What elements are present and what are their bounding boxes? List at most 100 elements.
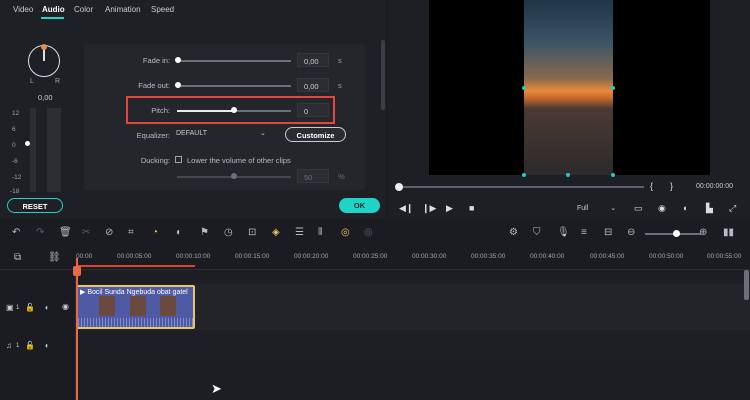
- list-icon[interactable]: ≡: [581, 227, 587, 238]
- playhead-line[interactable]: [76, 258, 78, 400]
- fade-in-knob[interactable]: [175, 57, 181, 63]
- microphone-icon[interactable]: 🎙: [557, 227, 570, 238]
- mark-out-button[interactable]: }: [670, 181, 673, 191]
- ducking-checkbox[interactable]: [175, 156, 182, 163]
- focus-icon[interactable]: ⊡: [248, 227, 256, 238]
- undo-icon[interactable]: ↶: [12, 227, 20, 238]
- scrubber-knob[interactable]: [395, 183, 403, 191]
- render-icon[interactable]: ◎: [364, 227, 373, 238]
- meter-scale-label: 6: [12, 126, 16, 133]
- fade-in-input[interactable]: 0,00: [297, 53, 329, 67]
- fullscreen-icon[interactable]: ⤢: [729, 203, 736, 214]
- adjust-icon[interactable]: ☰: [295, 227, 304, 238]
- ruler-tick-label: 00:00:40:00: [530, 253, 565, 260]
- zoom-dropdown[interactable]: Full ⌄: [577, 204, 616, 212]
- tab-speed[interactable]: Speed: [151, 5, 174, 14]
- volume-icon[interactable]: ◖: [682, 203, 687, 213]
- pitch-label: Pitch:: [151, 106, 170, 115]
- fade-in-slider[interactable]: [177, 60, 291, 62]
- balance-indicator-dot: [41, 44, 47, 50]
- tab-video[interactable]: Video: [13, 5, 33, 14]
- settings-icon[interactable]: ⚙: [509, 227, 518, 238]
- pitch-input[interactable]: 0: [297, 103, 329, 117]
- color-icon[interactable]: ◐: [176, 227, 182, 238]
- ducking-input[interactable]: 50: [297, 169, 329, 183]
- selection-handle[interactable]: [566, 173, 570, 177]
- prev-frame-icon[interactable]: ◀❙: [399, 203, 413, 214]
- audio-track-1[interactable]: [0, 330, 750, 362]
- fade-out-unit: s: [338, 81, 342, 90]
- audio-mixer-icon[interactable]: ⦀: [318, 227, 322, 238]
- meter-scale-label: -12: [12, 174, 22, 181]
- ducking-knob[interactable]: [231, 173, 237, 179]
- ok-button[interactable]: OK: [339, 198, 380, 213]
- add-track-icon[interactable]: ⧉: [14, 252, 21, 263]
- timeline-zoom-knob[interactable]: [673, 230, 680, 237]
- ruler-tick-label: 00:00:50:00: [649, 253, 684, 260]
- meter-scale-label: 0: [12, 142, 16, 149]
- timeline-vertical-scrollbar[interactable]: [744, 270, 749, 300]
- reset-button[interactable]: RESET: [7, 198, 63, 213]
- stabilize-icon[interactable]: ⚑: [200, 227, 209, 238]
- selection-handle[interactable]: [522, 173, 526, 177]
- chevron-down-icon: ⌄: [610, 205, 617, 212]
- zoom-out-icon[interactable]: ⊖: [627, 227, 635, 238]
- lock-icon[interactable]: 🔓: [25, 341, 35, 350]
- layout-icon[interactable]: ▙: [706, 203, 713, 214]
- tab-audio[interactable]: Audio: [42, 5, 65, 14]
- zoom-in-icon[interactable]: ⊕: [699, 227, 707, 238]
- clip-thumbnail: [99, 296, 115, 316]
- track-headers: [0, 270, 76, 400]
- balance-left-label: L: [30, 78, 34, 85]
- auto-icon[interactable]: ◎: [341, 227, 350, 238]
- crop-icon[interactable]: ⌗: [128, 227, 134, 238]
- snapshot-icon[interactable]: ◉: [658, 203, 666, 214]
- eye-icon[interactable]: ◉: [62, 302, 69, 311]
- caption-icon[interactable]: ⊟: [604, 227, 612, 238]
- link-icon[interactable]: ⛓: [48, 252, 61, 263]
- stop-icon[interactable]: ■: [469, 203, 474, 213]
- monitor-icon[interactable]: ▭: [634, 203, 643, 214]
- tab-color[interactable]: Color: [74, 5, 93, 14]
- speed-icon[interactable]: ◔: [152, 227, 158, 238]
- fade-out-slider[interactable]: [177, 85, 291, 87]
- play-pause-icon[interactable]: ❙▶: [422, 203, 436, 214]
- selection-handle[interactable]: [611, 86, 615, 90]
- timer-icon[interactable]: ◷: [224, 227, 233, 238]
- selection-handle[interactable]: [522, 86, 526, 90]
- selection-handle[interactable]: [611, 173, 615, 177]
- fade-out-input[interactable]: 0,00: [297, 78, 329, 92]
- lock-icon[interactable]: 🔓: [25, 303, 35, 312]
- shield-icon[interactable]: ⛉: [533, 227, 541, 238]
- ducking-checkbox-label: Lower the volume of other clips: [187, 156, 291, 165]
- audio-track-index: 1: [16, 343, 20, 349]
- fade-out-knob[interactable]: [175, 82, 181, 88]
- chevron-down-icon: ⌄: [260, 130, 266, 137]
- speaker-icon[interactable]: ◖: [44, 303, 49, 312]
- video-thumbnail-sunset[interactable]: [524, 0, 613, 175]
- ruler-tick-label: 00:00:45:00: [590, 253, 625, 260]
- play-icon[interactable]: ▶: [446, 203, 453, 214]
- keyframe-icon[interactable]: ◈: [272, 227, 280, 238]
- pitch-knob[interactable]: [231, 107, 237, 113]
- ruler-tick-label: 00:00:55:00: [707, 253, 742, 260]
- playhead-handle[interactable]: [73, 266, 81, 276]
- cut-icon[interactable]: ✂: [82, 227, 90, 238]
- volume-slider-track[interactable]: [30, 108, 36, 192]
- preview-timecode: 00:00:00:00: [696, 183, 733, 190]
- mark-in-button[interactable]: {: [650, 181, 653, 191]
- speaker-icon[interactable]: ◖: [44, 341, 49, 350]
- disable-icon[interactable]: ⊘: [105, 227, 113, 238]
- properties-scrollbar[interactable]: [381, 40, 385, 110]
- fade-in-unit: s: [338, 56, 342, 65]
- ducking-label: Ducking:: [140, 156, 170, 165]
- redo-icon[interactable]: ↷: [36, 227, 44, 238]
- volume-slider-knob[interactable]: [25, 141, 30, 146]
- equalizer-dropdown[interactable]: DEFAULT ⌄: [176, 128, 269, 141]
- tab-animation[interactable]: Animation: [105, 5, 141, 14]
- playback-scrubber[interactable]: [398, 186, 644, 188]
- video-track-icon: ▣: [6, 303, 14, 312]
- delete-icon[interactable]: 🗑: [59, 227, 72, 238]
- panel-toggle-icon[interactable]: ▮▮: [723, 227, 734, 238]
- customize-button[interactable]: Customize: [285, 127, 346, 142]
